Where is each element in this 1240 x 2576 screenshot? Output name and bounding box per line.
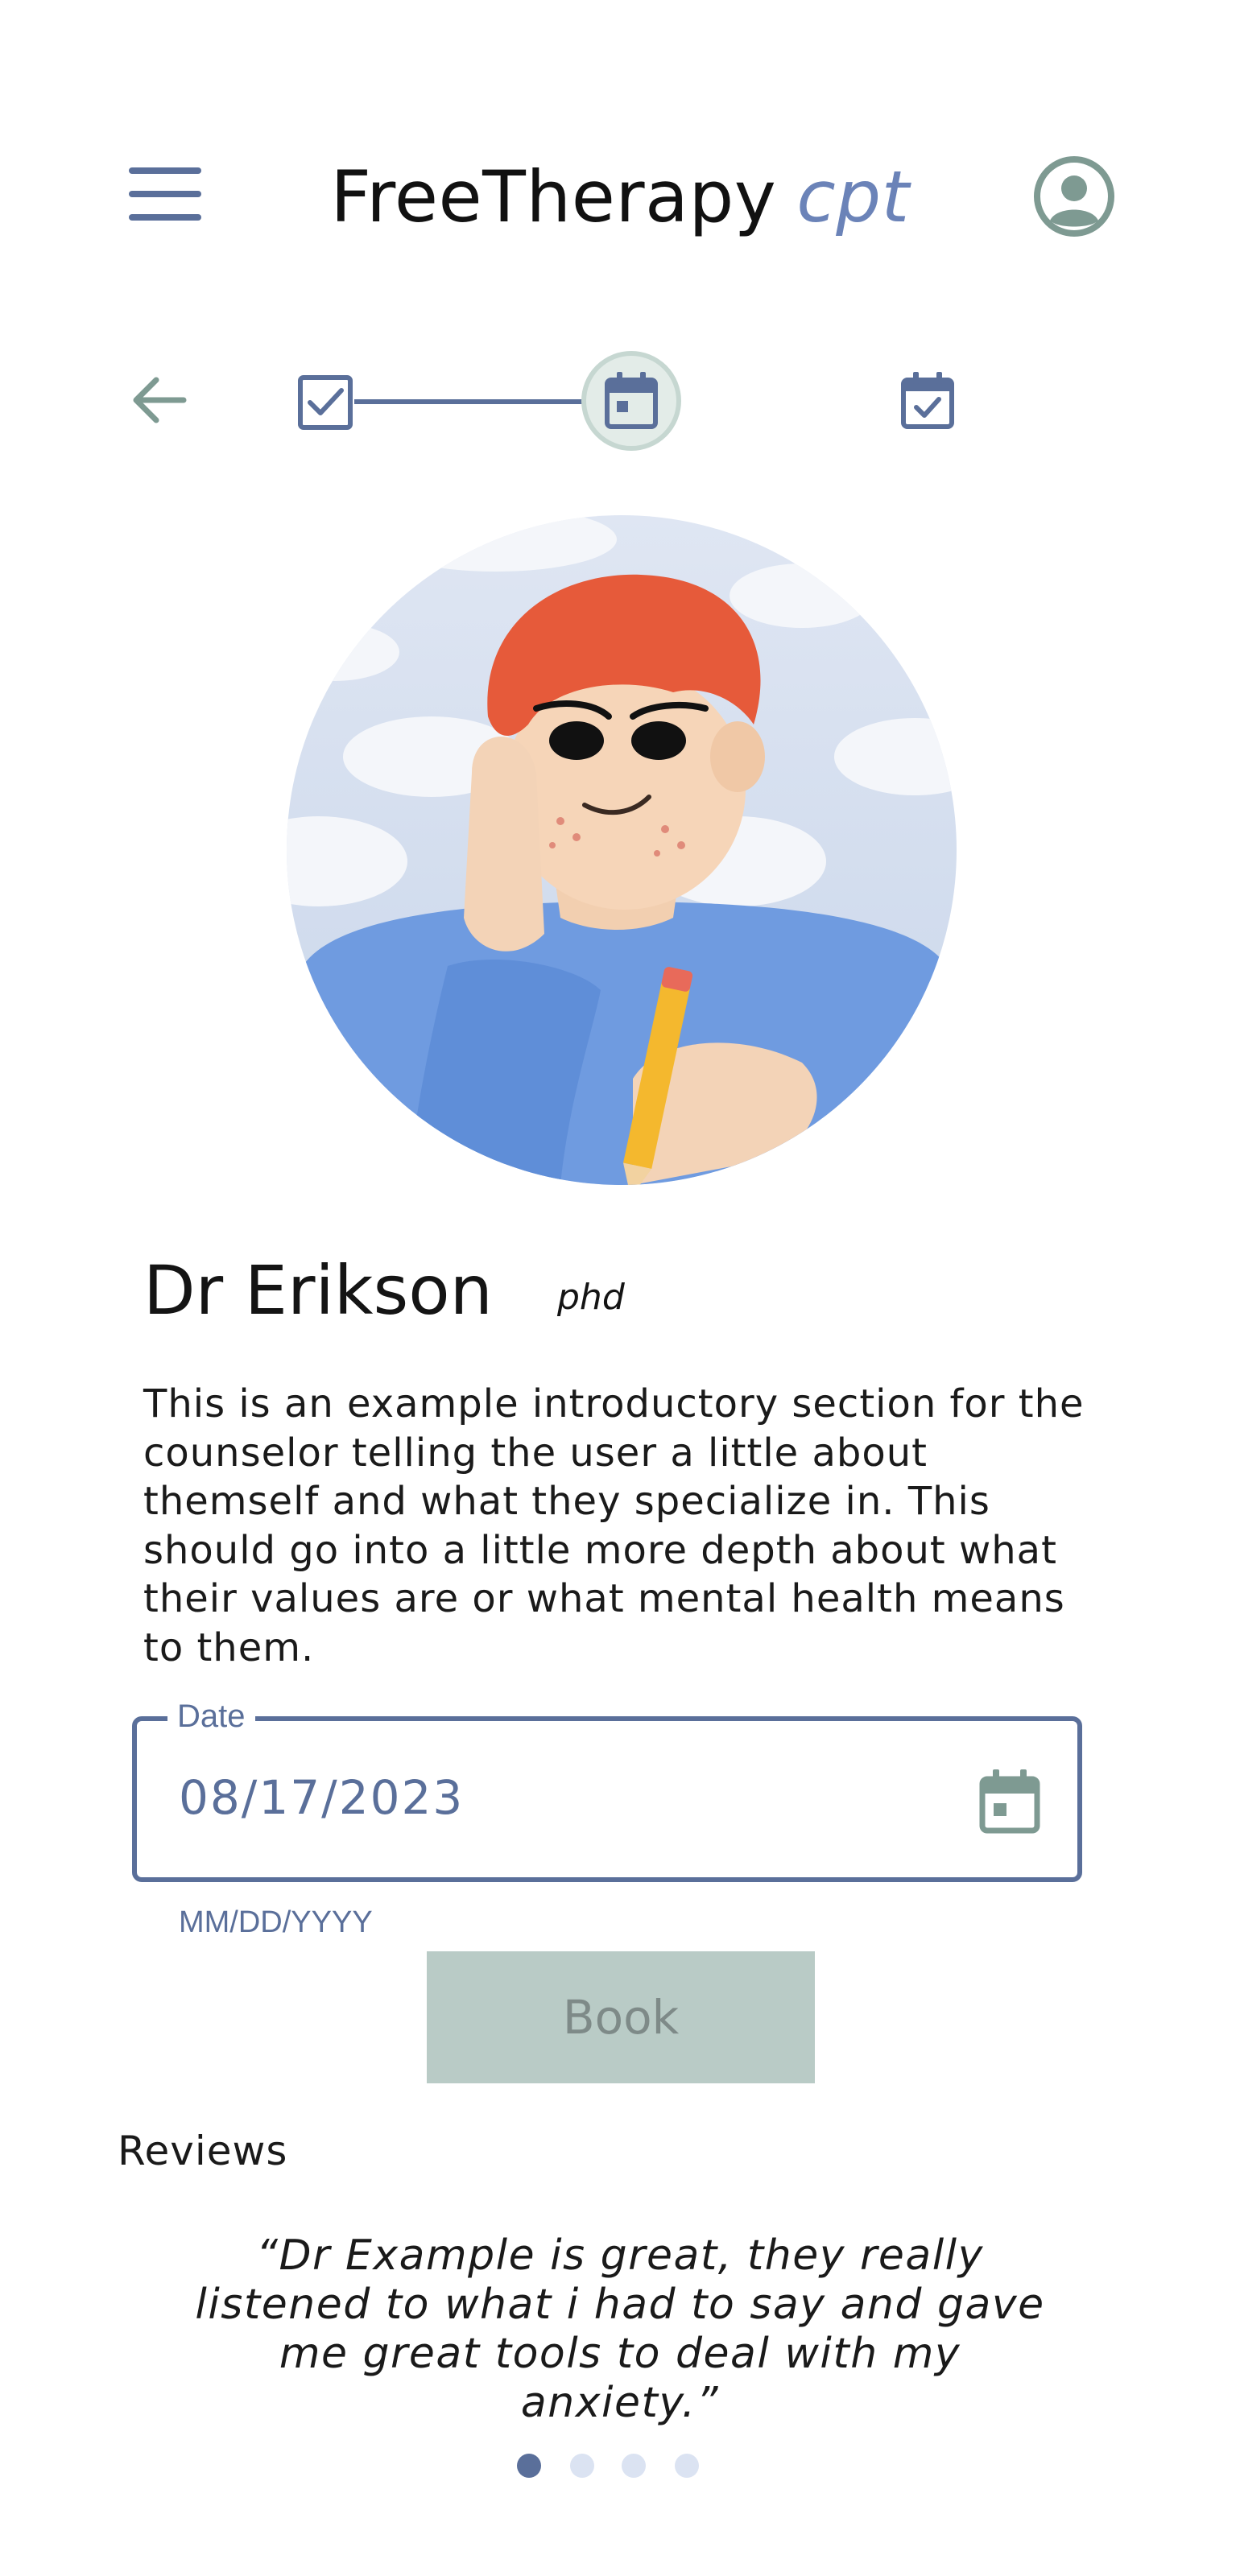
brand-subtitle: cpt <box>796 155 910 238</box>
carousel-dot[interactable] <box>570 2454 594 2478</box>
carousel-dot[interactable] <box>675 2454 699 2478</box>
counselor-avatar <box>287 515 957 1185</box>
counselor-bio: This is an example introductory section … <box>143 1381 1085 1670</box>
counselor-name: Dr Erikson <box>143 1251 493 1330</box>
stepper-connector <box>354 399 596 404</box>
account-circle-icon[interactable] <box>1032 155 1116 238</box>
book-button[interactable]: Book <box>427 1951 815 2083</box>
checkbox-checked-icon[interactable] <box>296 374 354 431</box>
calendar-icon[interactable] <box>602 370 660 431</box>
reviews-heading: Reviews <box>118 2128 288 2174</box>
date-format-hint: MM/DD/YYYY <box>179 1905 373 1939</box>
back-arrow-icon[interactable] <box>127 369 190 431</box>
counselor-degree: phd <box>557 1277 625 1318</box>
date-field-label: Date <box>167 1697 255 1736</box>
review-quote: “Dr Example is great, they really listen… <box>195 2231 1045 2427</box>
calendar-check-icon[interactable] <box>899 370 957 431</box>
carousel-dot[interactable] <box>517 2454 541 2478</box>
brand-title: FreeTherapy <box>330 155 777 238</box>
date-input[interactable] <box>179 1769 903 1826</box>
calendar-picker-icon[interactable] <box>978 1768 1042 1835</box>
carousel-dot[interactable] <box>622 2454 646 2478</box>
